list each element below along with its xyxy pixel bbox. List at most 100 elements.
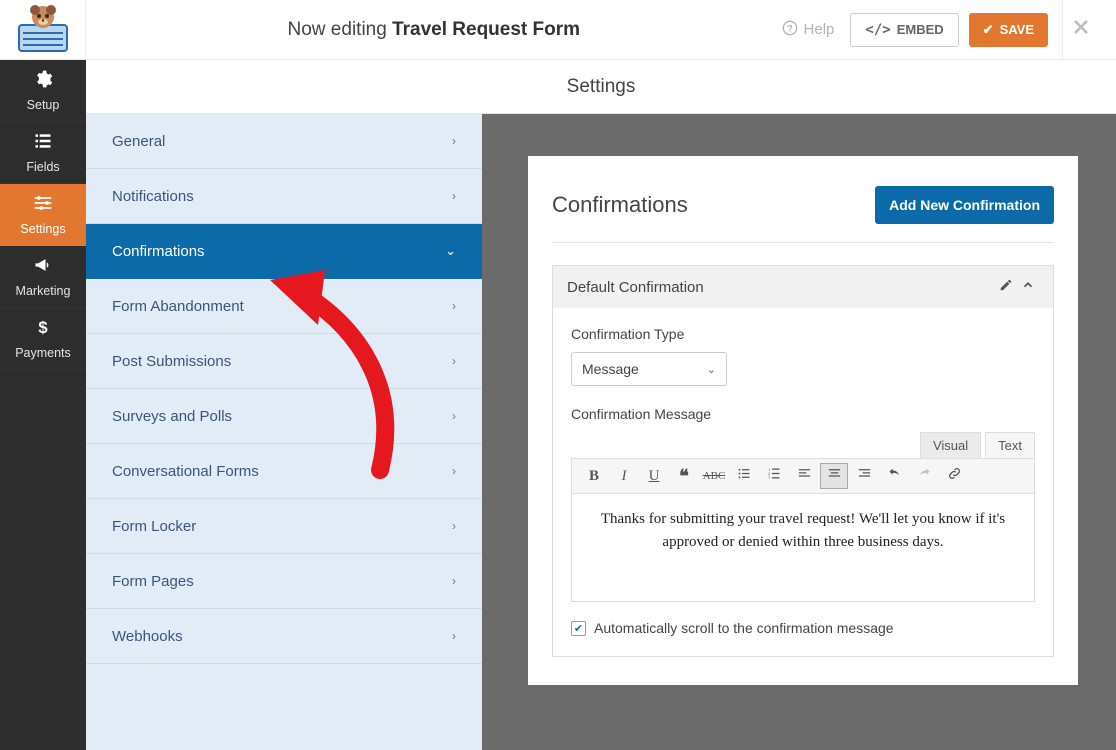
align-center-button[interactable] xyxy=(820,463,848,489)
bold-button[interactable]: B xyxy=(580,463,608,489)
chevron-right-icon: › xyxy=(452,299,456,313)
panel-heading: Confirmations xyxy=(552,192,688,218)
settings-menu-post-submissions[interactable]: Post Submissions › xyxy=(86,334,482,389)
panel-header: Confirmations Add New Confirmation xyxy=(552,186,1054,243)
menu-label: Form Abandonment xyxy=(112,298,244,315)
menu-label: Post Submissions xyxy=(112,353,231,370)
tab-text[interactable]: Text xyxy=(985,432,1035,458)
chevron-down-icon: ⌄ xyxy=(707,363,716,376)
message-text: Thanks for submitting your travel reques… xyxy=(601,511,1005,550)
chevron-right-icon: › xyxy=(452,409,456,423)
dollar-icon: $ xyxy=(33,317,53,342)
message-textarea[interactable]: Thanks for submitting your travel reques… xyxy=(571,494,1035,602)
chevron-right-icon: › xyxy=(452,464,456,478)
sidebar-item-settings[interactable]: Settings xyxy=(0,184,86,246)
sidebar-item-marketing[interactable]: Marketing xyxy=(0,246,86,308)
settings-menu-form-locker[interactable]: Form Locker › xyxy=(86,499,482,554)
sidebar-label: Marketing xyxy=(16,284,71,298)
check-icon: ✔ xyxy=(983,22,994,38)
confirmation-block-header: Default Confirmation xyxy=(553,266,1053,308)
menu-label: Confirmations xyxy=(112,243,205,260)
underline-button[interactable]: U xyxy=(640,463,668,489)
gear-icon xyxy=(33,69,53,94)
edit-button[interactable] xyxy=(995,278,1017,296)
align-right-button[interactable] xyxy=(850,463,878,489)
editor-toolbar: B I U ❝ ABC xyxy=(571,458,1035,494)
sidebar-item-payments[interactable]: $ Payments xyxy=(0,308,86,370)
italic-button[interactable]: I xyxy=(610,463,638,489)
align-left-button[interactable] xyxy=(790,463,818,489)
redo-icon xyxy=(917,466,932,486)
sidebar-item-setup[interactable]: Setup xyxy=(0,60,86,122)
menu-label: Conversational Forms xyxy=(112,463,259,480)
redo-button[interactable] xyxy=(910,463,938,489)
sidebar-label: Payments xyxy=(15,346,71,360)
ul-button[interactable] xyxy=(730,463,758,489)
close-icon xyxy=(1072,18,1090,41)
settings-menu-webhooks[interactable]: Webhooks › xyxy=(86,609,482,664)
topbar: Now editing Travel Request Form ? Help <… xyxy=(86,0,1116,60)
add-new-confirmation-button[interactable]: Add New Confirmation xyxy=(875,186,1054,224)
svg-text:$: $ xyxy=(38,318,48,337)
chevron-up-icon xyxy=(1021,278,1035,296)
strike-button[interactable]: ABC xyxy=(700,463,728,489)
sliders-icon xyxy=(33,193,53,218)
settings-menu-conversational[interactable]: Conversational Forms › xyxy=(86,444,482,499)
undo-button[interactable] xyxy=(880,463,908,489)
chevron-right-icon: › xyxy=(452,189,456,203)
pencil-icon xyxy=(999,278,1013,296)
unordered-list-icon xyxy=(737,466,752,486)
tab-visual[interactable]: Visual xyxy=(920,432,981,458)
settings-menu-confirmations[interactable]: Confirmations ⌄ xyxy=(86,224,482,279)
autoscroll-checkbox[interactable]: ✔ xyxy=(571,621,586,636)
help-label: Help xyxy=(804,21,835,38)
menu-label: Notifications xyxy=(112,188,194,205)
main-content: Confirmations Add New Confirmation Defau… xyxy=(482,114,1116,750)
main-sidebar: Setup Fields Settings Marketing $ Paymen… xyxy=(0,0,86,750)
chevron-right-icon: › xyxy=(452,134,456,148)
ol-button[interactable]: 123 xyxy=(760,463,788,489)
chevron-down-icon: ⌄ xyxy=(445,243,456,259)
sidebar-label: Settings xyxy=(20,222,65,236)
link-icon xyxy=(947,466,962,486)
menu-label: General xyxy=(112,133,165,150)
save-label: SAVE xyxy=(1000,22,1034,37)
settings-menu-form-pages[interactable]: Form Pages › xyxy=(86,554,482,609)
confirmation-type-label: Confirmation Type xyxy=(571,326,1035,342)
form-name: Travel Request Form xyxy=(392,19,580,40)
chevron-right-icon: › xyxy=(452,354,456,368)
align-right-icon xyxy=(857,466,872,486)
confirmation-message-label: Confirmation Message xyxy=(571,406,1035,422)
confirmation-body: Confirmation Type Message ⌄ Confirmation… xyxy=(553,308,1053,656)
settings-menu-surveys-polls[interactable]: Surveys and Polls › xyxy=(86,389,482,444)
align-left-icon xyxy=(797,466,812,486)
quote-button[interactable]: ❝ xyxy=(670,463,698,489)
autoscroll-label: Automatically scroll to the confirmation… xyxy=(594,620,894,636)
sidebar-label: Fields xyxy=(26,160,59,174)
app-logo xyxy=(0,0,86,60)
confirmations-panel: Confirmations Add New Confirmation Defau… xyxy=(528,156,1078,685)
page-title: Settings xyxy=(86,60,1116,114)
help-link[interactable]: ? Help xyxy=(782,20,835,40)
editing-title: Now editing Travel Request Form xyxy=(86,19,782,41)
link-button[interactable] xyxy=(940,463,968,489)
sidebar-item-fields[interactable]: Fields xyxy=(0,122,86,184)
bullhorn-icon xyxy=(33,255,53,280)
sidebar-label: Setup xyxy=(27,98,60,112)
settings-menu-notifications[interactable]: Notifications › xyxy=(86,169,482,224)
tab-label: Visual xyxy=(933,438,968,453)
close-button[interactable] xyxy=(1062,0,1098,60)
embed-button[interactable]: </> EMBED xyxy=(850,13,958,47)
save-button[interactable]: ✔ SAVE xyxy=(969,13,1048,47)
help-icon: ? xyxy=(782,20,798,40)
menu-label: Form Pages xyxy=(112,573,194,590)
chevron-right-icon: › xyxy=(452,629,456,643)
settings-menu-general[interactable]: General › xyxy=(86,114,482,169)
menu-label: Surveys and Polls xyxy=(112,408,232,425)
ordered-list-icon: 123 xyxy=(767,466,782,486)
confirmation-type-select[interactable]: Message ⌄ xyxy=(571,352,727,386)
collapse-button[interactable] xyxy=(1017,278,1039,296)
menu-label: Form Locker xyxy=(112,518,196,535)
settings-menu-form-abandonment[interactable]: Form Abandonment › xyxy=(86,279,482,334)
list-icon xyxy=(33,131,53,156)
